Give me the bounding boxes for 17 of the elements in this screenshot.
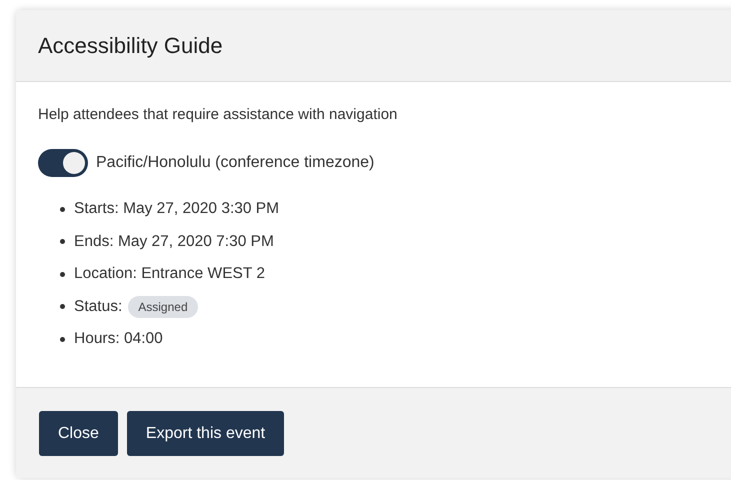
timezone-toggle[interactable]	[38, 149, 88, 177]
export-button[interactable]: Export this event	[126, 411, 284, 456]
description: Help attendees that require assistance with navigation	[38, 106, 398, 123]
bullet-icon	[60, 206, 65, 212]
bullet-icon	[60, 272, 65, 277]
bullet-icon	[60, 239, 65, 244]
close-button[interactable]: Close	[39, 411, 118, 456]
detail-text: Ends: May 27, 2020 7:30 PM	[74, 232, 274, 251]
bullet-icon	[60, 336, 65, 342]
dialog-title: Accessibility Guide	[38, 32, 223, 58]
detail-text: Status:	[74, 298, 122, 316]
detail-text: Starts: May 27, 2020 3:30 PM	[74, 200, 280, 218]
status-badge: Assigned	[128, 296, 198, 318]
toggle-label: Pacific/Honolulu (conference timezone)	[96, 154, 374, 172]
bullet-icon	[60, 304, 65, 310]
detail-text: Hours: 04:00	[74, 330, 163, 348]
detail-text: Location: Entrance WEST 2	[74, 265, 265, 284]
